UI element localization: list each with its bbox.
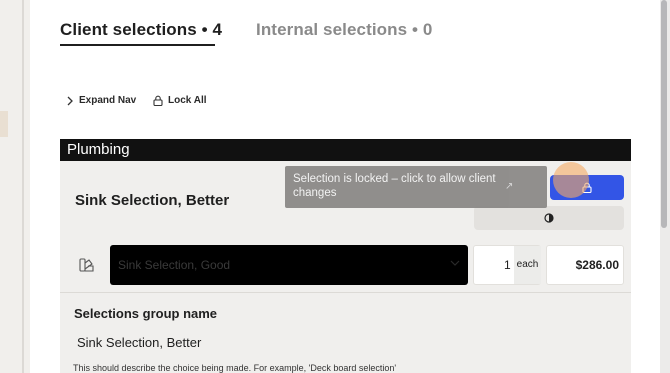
- active-tab-indicator: [60, 44, 215, 46]
- left-rail-divider: [22, 0, 24, 373]
- half-circle-icon: [544, 213, 554, 223]
- price-value: $286.00: [575, 258, 619, 272]
- group-name-input[interactable]: Sink Selection, Better: [77, 335, 201, 350]
- scrollbar-thumb[interactable]: [661, 0, 667, 228]
- tab-client-selections[interactable]: Client selections • 4: [60, 20, 222, 40]
- left-rail-tab[interactable]: [0, 111, 8, 137]
- price-field[interactable]: $286.00: [546, 245, 624, 285]
- card-divider: [60, 292, 631, 293]
- option-select[interactable]: Sink Selection, Good: [110, 245, 468, 285]
- tab-internal-selections[interactable]: Internal selections • 0: [256, 20, 432, 40]
- lock-all-button[interactable]: Lock All: [153, 95, 207, 106]
- chevron-right-icon: [67, 96, 73, 105]
- expand-nav-label: Expand Nav: [79, 95, 137, 106]
- group-name-help-text: This should describe the choice being ma…: [73, 363, 397, 373]
- quantity-unit: each: [514, 246, 541, 284]
- click-indicator: [553, 162, 589, 198]
- chevron-down-icon: [450, 260, 460, 266]
- lock-all-label: Lock All: [168, 95, 207, 106]
- category-header: Plumbing: [60, 139, 631, 161]
- lock-icon: [153, 95, 163, 106]
- expand-nav-button[interactable]: Expand Nav: [66, 95, 136, 106]
- swatch-icon: [79, 258, 95, 278]
- group-name-label: Selections group name: [74, 306, 218, 321]
- selection-title: Sink Selection, Better: [75, 192, 230, 209]
- option-select-value: Sink Selection, Good: [118, 258, 231, 272]
- category-name: Plumbing: [67, 141, 130, 158]
- contrast-toggle-button[interactable]: [474, 206, 624, 230]
- quantity-field[interactable]: 1 each: [473, 245, 541, 285]
- quantity-value: 1: [504, 258, 511, 272]
- external-link-icon: ↗: [505, 181, 514, 192]
- left-rail: [0, 0, 22, 373]
